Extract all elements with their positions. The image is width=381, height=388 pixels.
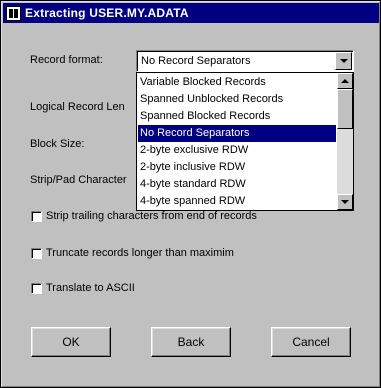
dropdown-option[interactable]: Spanned Blocked Records (138, 108, 336, 125)
dropdown-option[interactable]: 2-byte exclusive RDW (138, 142, 336, 159)
block-size-label: Block Size: (30, 138, 85, 150)
record-format-select[interactable]: No Record Separators (136, 50, 354, 72)
dropdown-scrollbar[interactable] (337, 73, 353, 210)
translate-ascii-checkbox[interactable] (31, 282, 42, 294)
app-icon (6, 5, 21, 21)
title-bar: Extracting USER.MY.ADATA (3, 3, 379, 23)
record-format-dropdown-list[interactable]: Variable Blocked Records Spanned Unblock… (136, 72, 354, 211)
chevron-down-icon (340, 59, 348, 63)
dropdown-option[interactable]: Spanned Unblocked Records (138, 91, 336, 108)
scroll-up-button[interactable] (337, 73, 353, 89)
strip-pad-character-label: Strip/Pad Character (30, 174, 127, 186)
translate-ascii-option[interactable]: Translate to ASCII (31, 282, 135, 294)
scroll-down-button[interactable] (337, 194, 353, 210)
record-format-dropdown-button[interactable] (335, 52, 352, 70)
arrow-down-icon (341, 200, 349, 204)
dropdown-option-selected[interactable]: No Record Separators (138, 125, 336, 142)
truncate-records-option[interactable]: Truncate records longer than maximim (31, 247, 234, 259)
back-button[interactable]: Back (151, 327, 231, 357)
extract-dialog: Extracting USER.MY.ADATA Record format: … (0, 0, 381, 388)
window-title: Extracting USER.MY.ADATA (25, 6, 189, 20)
arrow-up-icon (341, 79, 349, 83)
translate-ascii-label: Translate to ASCII (46, 282, 135, 294)
dropdown-option[interactable]: 4-byte standard RDW (138, 176, 336, 193)
truncate-records-label: Truncate records longer than maximim (46, 247, 234, 259)
record-format-value: No Record Separators (141, 55, 251, 67)
strip-trailing-option[interactable]: Strip trailing characters from end of re… (31, 210, 257, 222)
strip-trailing-label: Strip trailing characters from end of re… (46, 210, 257, 222)
cancel-button[interactable]: Cancel (271, 327, 351, 357)
scroll-thumb[interactable] (337, 89, 353, 129)
logical-record-length-label: Logical Record Len (30, 101, 125, 113)
truncate-records-checkbox[interactable] (31, 247, 42, 259)
dropdown-option[interactable]: 2-byte inclusive RDW (138, 159, 336, 176)
record-format-label: Record format: (30, 54, 103, 66)
dropdown-option[interactable]: 4-byte spanned RDW (138, 193, 336, 210)
dropdown-option[interactable]: Variable Blocked Records (138, 74, 336, 91)
ok-button[interactable]: OK (31, 327, 111, 357)
strip-trailing-checkbox[interactable] (31, 210, 42, 222)
